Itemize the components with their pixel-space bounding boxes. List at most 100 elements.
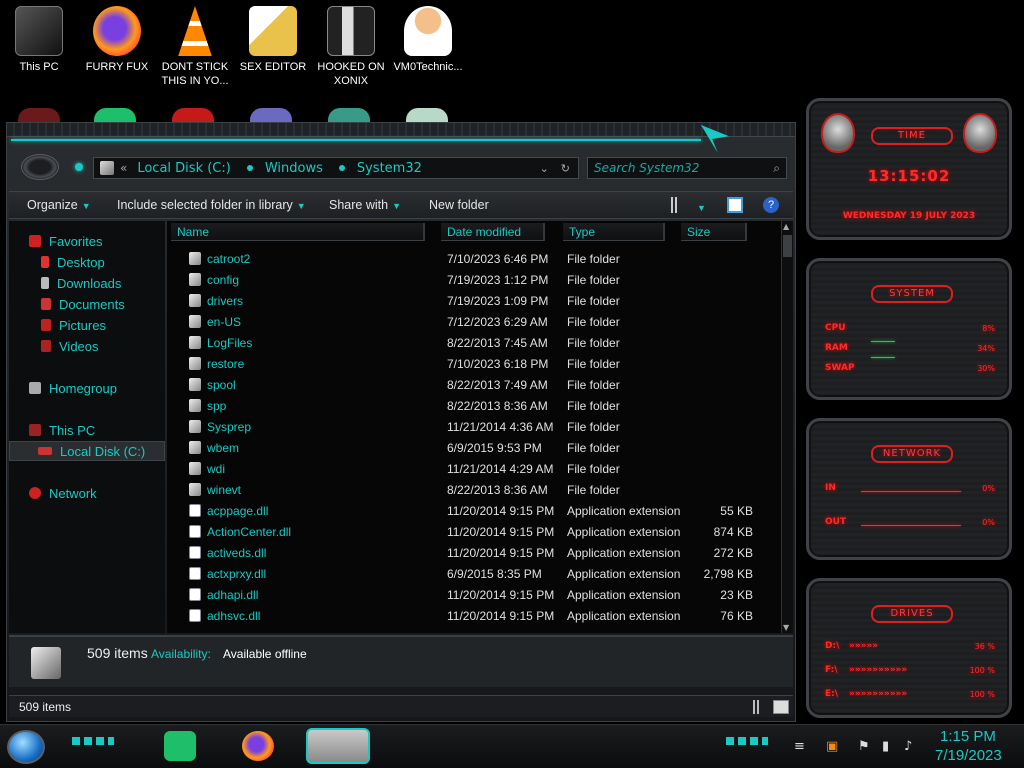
share-with-button[interactable]: Share with ▼ <box>329 198 401 212</box>
start-button[interactable] <box>7 730 45 764</box>
table-row[interactable]: activeds.dll 11/20/2014 9:15 PM Applicatio… <box>167 543 767 564</box>
folder-icon <box>189 378 201 391</box>
file-type: File folder <box>567 336 620 350</box>
nav-network[interactable]: Network <box>9 483 165 503</box>
column-header-size[interactable]: Size <box>681 223 747 241</box>
view-dropdown-button[interactable]: ▼ <box>693 200 706 214</box>
search-placeholder: Search System32 <box>594 161 700 175</box>
cpu-label: CPU <box>825 323 846 333</box>
nav-videos[interactable]: Videos <box>9 336 165 356</box>
column-header-type[interactable]: Type <box>563 223 665 241</box>
new-folder-button[interactable]: New folder <box>429 198 489 212</box>
action-center-flag-icon[interactable]: ⚑ <box>858 739 870 754</box>
vertical-scrollbar[interactable]: ▲ ▼ <box>781 221 793 633</box>
tray-app-icon[interactable]: ▣ <box>826 739 838 754</box>
file-name: catroot2 <box>207 252 251 266</box>
file-type: Application extension <box>567 546 681 560</box>
table-row[interactable]: catroot2 7/10/2023 6:46 PM File folder <box>167 249 767 270</box>
table-row[interactable]: spool 8/22/2013 7:49 AM File folder <box>167 375 767 396</box>
file-explorer-taskbar-button[interactable] <box>306 728 370 764</box>
time-panel-title: TIME <box>871 127 953 145</box>
table-row[interactable]: restore 7/10/2023 6:18 PM File folder <box>167 354 767 375</box>
tray-overflow-icon[interactable]: ≡ <box>794 739 805 754</box>
table-row[interactable]: wbem 6/9/2015 9:53 PM File folder <box>167 438 767 459</box>
file-name: Sysprep <box>207 420 252 434</box>
table-row[interactable]: spp 8/22/2013 8:36 AM File folder <box>167 396 767 417</box>
breadcrumb-system32[interactable]: System32 <box>357 161 422 176</box>
table-row[interactable]: adhapi.dll 11/20/2014 9:15 PM Application … <box>167 585 767 606</box>
table-row[interactable]: en-US 7/12/2023 6:29 AM File folder <box>167 312 767 333</box>
chevron-down-icon[interactable]: ⌄ <box>540 162 549 175</box>
nav-local-disk[interactable]: Local Disk (C:) <box>9 441 165 461</box>
nav-this-pc[interactable]: This PC <box>9 420 165 440</box>
file-date: 8/22/2013 8:36 AM <box>447 399 548 413</box>
breadcrumb-separator[interactable] <box>338 165 345 171</box>
column-header-name[interactable]: Name <box>171 223 425 241</box>
breadcrumb-local-disk[interactable]: Local Disk (C:) <box>137 161 230 176</box>
nav-homegroup[interactable]: Homegroup <box>9 378 165 398</box>
refresh-icon[interactable]: ↻ <box>561 162 570 175</box>
table-row[interactable]: actxprxy.dll 6/9/2015 8:35 PM Application … <box>167 564 767 585</box>
organize-button[interactable]: Organize ▼ <box>27 198 91 212</box>
breadcrumb-overflow[interactable]: « <box>120 161 127 175</box>
computer-icon <box>15 6 63 56</box>
help-icon[interactable]: ? <box>763 197 779 213</box>
network-tray-icon[interactable]: ▮ <box>882 739 889 754</box>
large-icons-view-icon[interactable] <box>773 700 789 714</box>
table-row[interactable]: drivers 7/19/2023 1:09 PM File folder <box>167 291 767 312</box>
desktop-icon-this-pc[interactable]: This PC <box>1 6 77 74</box>
address-bar[interactable]: « Local Disk (C:) Windows System32 ⌄ ↻ <box>93 157 579 179</box>
swap-label: SWAP <box>825 363 855 373</box>
firefox-taskbar-icon[interactable] <box>242 731 274 761</box>
window-titlebar[interactable] <box>7 123 795 137</box>
preview-pane-icon[interactable] <box>727 197 743 213</box>
desktop-icon-vlc[interactable]: DONT STICK THIS IN YO... <box>157 6 233 88</box>
table-row[interactable]: winevt 8/22/2013 8:36 AM File folder <box>167 480 767 501</box>
table-row[interactable]: config 7/19/2023 1:12 PM File folder <box>167 270 767 291</box>
network-in-graph <box>861 491 961 492</box>
downloads-icon <box>41 277 49 289</box>
file-name: wdi <box>207 462 226 476</box>
videos-icon <box>41 340 51 352</box>
details-view-icon[interactable] <box>753 700 769 714</box>
view-options-icon[interactable] <box>671 197 681 213</box>
desktop-icon-label: This PC <box>19 61 59 73</box>
nav-downloads[interactable]: Downloads <box>9 273 165 293</box>
search-input[interactable]: Search System32 ⌕ <box>587 157 787 179</box>
file-type: File folder <box>567 294 620 308</box>
scroll-up-icon[interactable]: ▲ <box>783 222 789 231</box>
column-header-date[interactable]: Date modified <box>441 223 545 241</box>
file-type: Application extension <box>567 588 681 602</box>
file-date: 6/9/2015 9:53 PM <box>447 441 542 455</box>
back-forward-button[interactable] <box>21 154 59 180</box>
folder-icon <box>189 294 201 307</box>
scroll-down-icon[interactable]: ▼ <box>783 623 789 632</box>
table-row[interactable]: adhsvc.dll 11/20/2014 9:15 PM Application … <box>167 606 767 627</box>
nav-documents[interactable]: Documents <box>9 294 165 314</box>
taskbar-clock-time[interactable]: 1:15 PM <box>940 728 996 745</box>
include-in-library-button[interactable]: Include selected folder in library ▼ <box>117 198 306 212</box>
scroll-thumb[interactable] <box>783 235 792 257</box>
table-row[interactable]: acppage.dll 11/20/2014 9:15 PM Application… <box>167 501 767 522</box>
drive-d-bar: »»»»» <box>849 641 879 651</box>
table-row[interactable]: Sysprep 11/21/2014 4:36 AM File folder <box>167 417 767 438</box>
desktop-icon-furry-fux[interactable]: FURRY FUX <box>79 6 155 74</box>
search-icon[interactable]: ⌕ <box>773 161 780 176</box>
desktop-icon-hooked-on-xonix[interactable]: HOOKED ON XONIX <box>313 6 389 88</box>
table-row[interactable]: wdi 11/21/2014 4:29 AM File folder <box>167 459 767 480</box>
nav-desktop[interactable]: Desktop <box>9 252 165 272</box>
availability-value: Available offline <box>223 647 307 661</box>
nav-pictures[interactable]: Pictures <box>9 315 165 335</box>
file-date: 11/20/2014 9:15 PM <box>447 609 555 623</box>
desktop-icon-sex-editor[interactable]: SEX EDITOR <box>235 6 311 74</box>
status-text: 509 items <box>19 700 72 714</box>
table-row[interactable]: ActionCenter.dll 11/20/2014 9:15 PM Applic… <box>167 522 767 543</box>
notes-app-icon[interactable] <box>164 731 196 761</box>
breadcrumb-separator[interactable] <box>246 165 253 171</box>
volume-icon[interactable]: ♪ <box>904 739 912 754</box>
breadcrumb-windows[interactable]: Windows <box>265 161 323 176</box>
table-row[interactable]: LogFiles 8/22/2013 7:45 AM File folder <box>167 333 767 354</box>
taskbar-clock-date[interactable]: 7/19/2023 <box>935 747 1002 764</box>
desktop-icon-vm0technic[interactable]: VM0Technic... <box>390 6 466 74</box>
nav-favorites[interactable]: Favorites <box>9 231 165 251</box>
